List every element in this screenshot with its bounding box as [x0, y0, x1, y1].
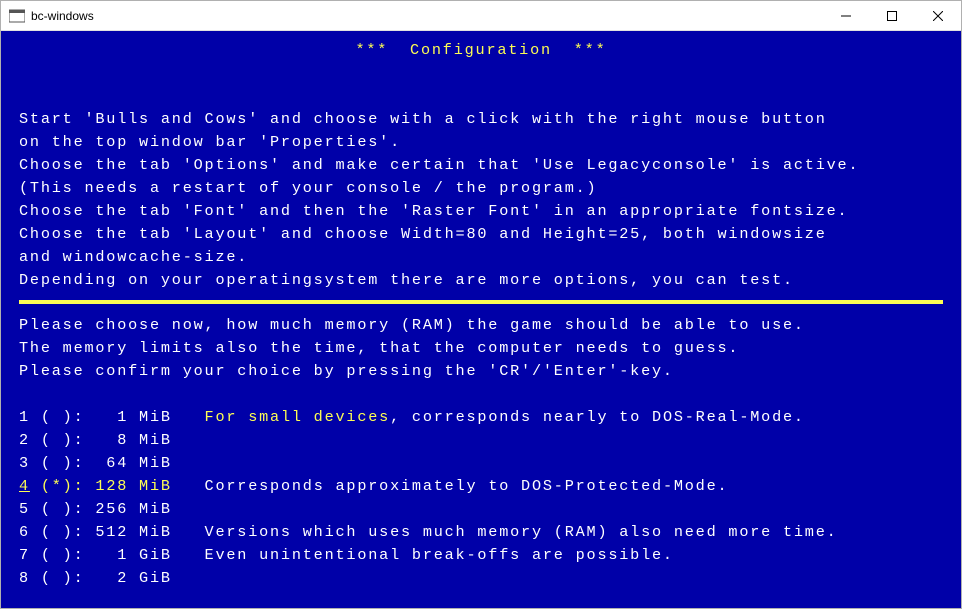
divider — [19, 300, 943, 304]
titlebar[interactable]: bc-windows — [1, 1, 961, 31]
memory-options: 1 ( ): 1 MiB For small devices, correspo… — [19, 408, 838, 587]
minimize-button[interactable] — [823, 1, 869, 31]
memory-option: 6 ( ): 512 MiB — [19, 523, 172, 541]
memory-option-selected: 4 (*): 128 MiB — [19, 477, 172, 495]
memory-option: 5 ( ): 256 MiB — [19, 500, 172, 518]
minimize-icon — [841, 11, 851, 21]
instructions-para1: Start 'Bulls and Cows' and choose with a… — [19, 110, 859, 289]
config-header: *** Configuration *** — [19, 39, 943, 62]
maximize-icon — [887, 11, 897, 21]
window-frame: bc-windows *** Configuration *** Start '… — [0, 0, 962, 609]
instructions-para2: Please choose now, how much memory (RAM)… — [19, 316, 805, 380]
console-area[interactable]: *** Configuration *** Start 'Bulls and C… — [1, 31, 961, 608]
maximize-button[interactable] — [869, 1, 915, 31]
memory-option: 3 ( ): 64 MiB — [19, 454, 172, 472]
window-controls — [823, 1, 961, 30]
memory-option: 7 ( ): 1 GiB — [19, 546, 172, 564]
memory-option: 8 ( ): 2 GiB — [19, 569, 172, 587]
window-title: bc-windows — [31, 9, 823, 23]
app-icon — [9, 8, 25, 24]
memory-option: 1 ( ): 1 MiB — [19, 408, 172, 426]
close-button[interactable] — [915, 1, 961, 31]
close-icon — [933, 11, 943, 21]
memory-option: 2 ( ): 8 MiB — [19, 431, 172, 449]
